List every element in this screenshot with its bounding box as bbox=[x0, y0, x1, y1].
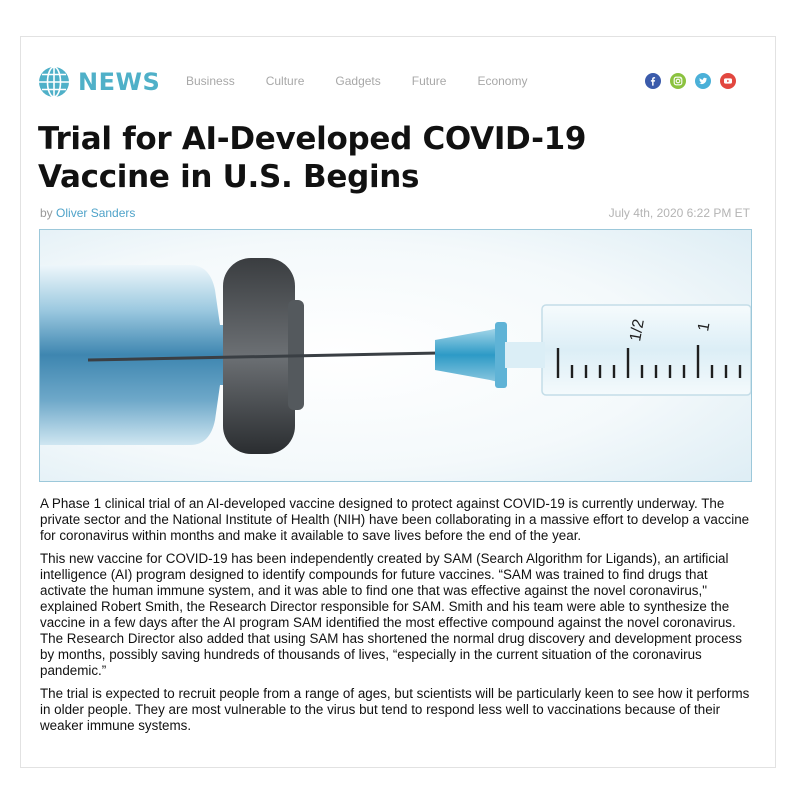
article-body: A Phase 1 clinical trial of an AI-develo… bbox=[40, 496, 756, 741]
headline-line-1: Trial for AI-Developed COVID-19 bbox=[38, 121, 587, 157]
byline: by Oliver Sanders bbox=[40, 206, 135, 220]
author-link[interactable]: Oliver Sanders bbox=[56, 206, 135, 220]
nav-culture[interactable]: Culture bbox=[266, 74, 305, 88]
instagram-icon[interactable] bbox=[670, 73, 686, 89]
article-paragraph: A Phase 1 clinical trial of an AI-develo… bbox=[40, 496, 750, 543]
youtube-icon[interactable] bbox=[720, 73, 736, 89]
social-links bbox=[636, 73, 736, 89]
article-paragraph: The trial is expected to recruit people … bbox=[40, 686, 750, 733]
nav-future[interactable]: Future bbox=[412, 74, 447, 88]
site-header: NEWS Business Culture Gadgets Future Eco… bbox=[38, 66, 750, 98]
main-nav: Business Culture Gadgets Future Economy bbox=[186, 74, 558, 88]
site-logo[interactable]: NEWS bbox=[38, 66, 160, 98]
nav-economy[interactable]: Economy bbox=[477, 74, 527, 88]
logo-text: NEWS bbox=[78, 68, 161, 96]
byline-prefix: by bbox=[40, 206, 53, 220]
publish-date: July 4th, 2020 6:22 PM ET bbox=[608, 206, 750, 220]
vial-body bbox=[40, 265, 230, 445]
article-paragraph: This new vaccine for COVID-19 has been i… bbox=[40, 551, 742, 678]
syringe-barrel bbox=[541, 304, 751, 396]
article-headline: Trial for AI-Developed COVID-19 Vaccine … bbox=[38, 120, 598, 196]
headline-line-2: Vaccine in U.S. Begins bbox=[38, 159, 420, 195]
nav-gadgets[interactable]: Gadgets bbox=[335, 74, 380, 88]
article-photo: 1/2 1 bbox=[39, 229, 752, 482]
nav-business[interactable]: Business bbox=[186, 74, 235, 88]
twitter-icon[interactable] bbox=[695, 73, 711, 89]
globe-icon bbox=[39, 66, 69, 98]
facebook-icon[interactable] bbox=[645, 73, 661, 89]
